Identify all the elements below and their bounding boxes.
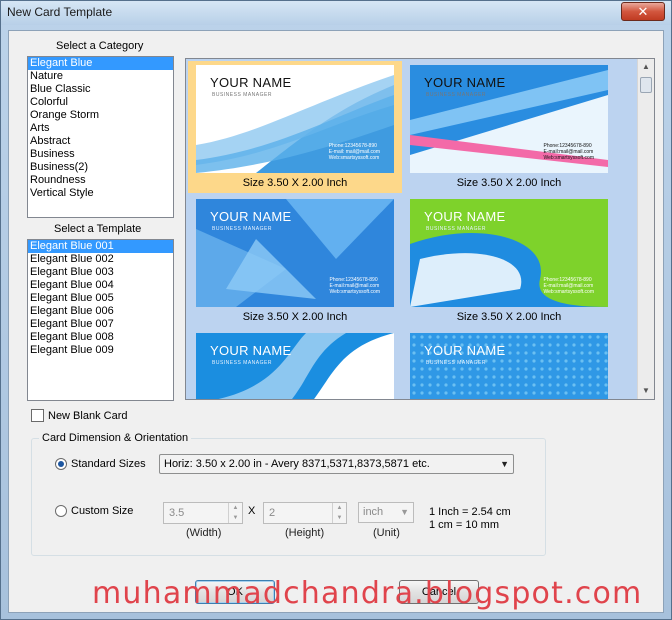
height-caption: (Height) [285,527,325,539]
card-name: YOUR NAME [210,343,292,358]
card-role: BUSINESS MANAGER [212,360,272,366]
times-sign: X [248,505,256,517]
close-icon: ✕ [637,4,649,19]
scroll-thumb[interactable] [640,77,652,93]
scroll-down-icon[interactable]: ▼ [638,383,654,399]
list-item[interactable]: Elegant Blue 008 [28,331,173,344]
list-item[interactable]: Business(2) [28,161,173,174]
window-title: New Card Template [7,5,113,19]
unit-dropdown[interactable]: inch ▼ [358,502,414,523]
card-preview: YOUR NAME BUSINESS MANAGER Phone:12345678-… [196,199,394,307]
card-web: Web:smartsyssoft.com [543,155,594,161]
tile-size-label: Size 3.50 X 2.00 Inch [242,177,348,189]
close-button[interactable]: ✕ [621,2,665,21]
card-name: YOUR NAME [424,75,506,90]
width-spin-icon[interactable]: ▲ ▼ [228,503,242,523]
width-value: 3.5 [169,507,185,519]
card-web: Web:smartsyssoft.com [329,289,380,295]
card-preview: YOUR NAME BUSINESS MANAGER Phone:12345678-… [410,199,608,307]
template-tile[interactable]: YOUR NAME BUSINESS MANAGER Phone:12345678-… [402,61,616,193]
gallery-scrollbar[interactable]: ▲ ▼ [637,59,654,399]
unit-value: inch [363,506,384,518]
standard-size-value: Horiz: 3.50 x 2.00 in - Avery 8371,5371,… [164,458,430,470]
card-contact: Phone:12345678-890 E-mail:mail@mail.com We… [330,277,380,295]
chevron-down-icon: ▼ [500,459,509,469]
height-spin-icon[interactable]: ▲ ▼ [332,503,346,523]
card-name: YOUR NAME [424,343,506,358]
card-web: Web:smartsyssoft.com [328,155,380,161]
list-item[interactable]: Elegant Blue 005 [28,292,173,305]
card-name: YOUR NAME [210,209,292,224]
standard-sizes-label[interactable]: Standard Sizes [71,458,146,470]
card-role: BUSINESS MANAGER [212,226,272,232]
scroll-up-icon[interactable]: ▲ [638,59,654,75]
list-item[interactable]: Abstract [28,135,173,148]
dialog-client: Select a Category Elegant Blue Nature Blue… [8,30,664,613]
list-item[interactable]: Arts [28,122,173,135]
card-contact: Phone:12345678-890 E-mail:mail@mail.com We… [544,277,594,295]
card-role: BUSINESS MANAGER [426,226,486,232]
unit-caption: (Unit) [373,527,400,539]
standard-sizes-radio[interactable] [55,458,67,470]
custom-size-radio[interactable] [55,505,67,517]
card-role: BUSINESS MANAGER [212,92,272,98]
list-item[interactable]: Elegant Blue 004 [28,279,173,292]
template-list[interactable]: Elegant Blue 001 Elegant Blue 002 Elegant … [27,239,174,401]
list-item[interactable]: Elegant Blue 003 [28,266,173,279]
card-contact: Phone:12345678-890 E-mail: mail@mail.com W… [329,143,380,161]
card-name: YOUR NAME [424,209,506,224]
category-list[interactable]: Elegant Blue Nature Blue Classic Colorful Or… [27,56,174,218]
standard-size-dropdown[interactable]: Horiz: 3.50 x 2.00 in - Avery 8371,5371,… [159,454,514,474]
list-item[interactable]: Elegant Blue 001 [28,240,173,253]
list-item[interactable]: Nature [28,70,173,83]
category-label: Select a Category [56,40,144,52]
list-item[interactable]: Vertical Style [28,187,173,200]
dialog-window: New Card Template ✕ Select a Category El… [0,0,672,620]
list-item[interactable]: Roundness [28,174,173,187]
tile-size-label: Size 3.50 X 2.00 Inch [456,311,562,323]
card-preview: YOUR NAME BUSINESS MANAGER [410,333,608,399]
template-tile[interactable]: YOUR NAME BUSINESS MANAGER [402,329,616,399]
tile-size-label: Size 3.50 X 2.00 Inch [456,177,562,189]
width-caption: (Width) [186,527,222,539]
card-preview: YOUR NAME BUSINESS MANAGER Phone:12345678-… [410,65,608,173]
conversion-inch: 1 Inch = 2.54 cm [429,506,511,518]
list-item[interactable]: Elegant Blue [28,57,173,70]
card-name: YOUR NAME [210,75,292,90]
list-item[interactable]: Blue Classic [28,83,173,96]
conversion-cm: 1 cm = 10 mm [429,519,499,531]
template-gallery[interactable]: YOUR NAME BUSINESS MANAGER Phone:12345678-… [185,58,655,400]
template-label: Select a Template [54,223,142,235]
width-input[interactable]: 3.5 ▲ ▼ [163,502,243,524]
list-item[interactable]: Elegant Blue 009 [28,344,173,357]
card-contact: Phone:12345678-890 E-mail:mail@mail.com We… [544,143,594,161]
custom-size-label[interactable]: Custom Size [71,505,133,517]
template-tile[interactable]: YOUR NAME BUSINESS MANAGER Phone:12345678-… [188,195,402,327]
dimension-group-title: Card Dimension & Orientation [39,432,192,444]
template-tile[interactable]: YOUR NAME BUSINESS MANAGER Phone:12345678-… [188,61,402,193]
card-preview: YOUR NAME BUSINESS MANAGER [196,333,394,399]
title-bar[interactable]: New Card Template ✕ [1,1,671,25]
list-item[interactable]: Elegant Blue 007 [28,318,173,331]
watermark-text: muhammadchandra.blogspot.com [92,576,643,611]
card-role: BUSINESS MANAGER [426,360,486,366]
list-item[interactable]: Colorful [28,96,173,109]
new-blank-card-label[interactable]: New Blank Card [48,410,127,422]
height-value: 2 [269,507,276,519]
card-preview: YOUR NAME BUSINESS MANAGER Phone:12345678-… [196,65,394,173]
card-role: BUSINESS MANAGER [426,92,486,98]
height-input[interactable]: 2 ▲ ▼ [263,502,347,524]
list-item[interactable]: Business [28,148,173,161]
template-tile[interactable]: YOUR NAME BUSINESS MANAGER Phone:12345678-… [402,195,616,327]
card-web: Web:smartsyssoft.com [543,289,594,295]
chevron-down-icon: ▼ [400,507,409,517]
list-item[interactable]: Elegant Blue 006 [28,305,173,318]
list-item[interactable]: Elegant Blue 002 [28,253,173,266]
new-blank-card-checkbox[interactable] [31,409,44,422]
template-tile[interactable]: YOUR NAME BUSINESS MANAGER [188,329,402,399]
list-item[interactable]: Orange Storm [28,109,173,122]
tile-size-label: Size 3.50 X 2.00 Inch [242,311,348,323]
